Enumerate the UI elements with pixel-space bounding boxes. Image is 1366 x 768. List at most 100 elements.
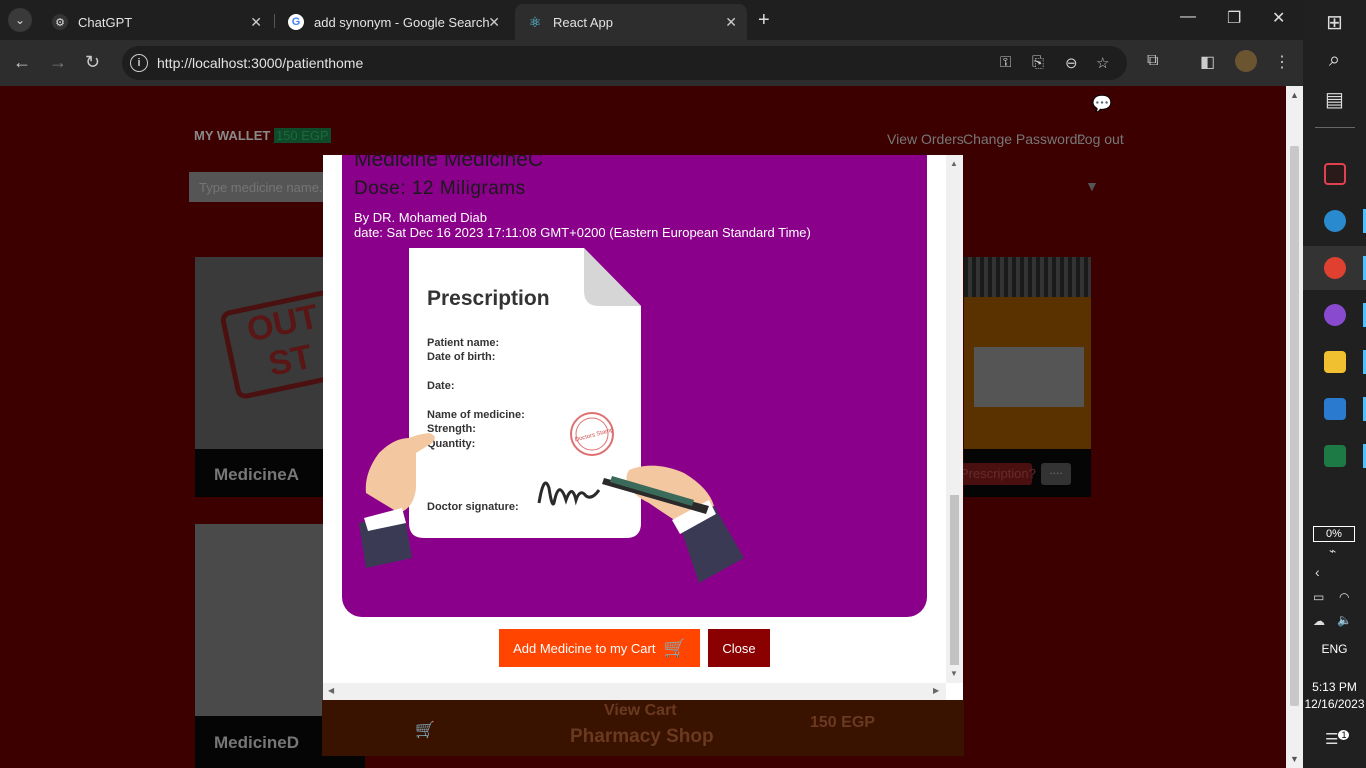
notification-count: 1 <box>1338 730 1350 740</box>
bottle-label <box>974 347 1084 407</box>
chat-icon[interactable]: 💬 <box>1092 94 1112 114</box>
add-to-cart-button[interactable]: Add Medicine to my Cart 🛒 <box>499 629 700 667</box>
paper-field: Doctor signature: <box>427 501 519 513</box>
profile-avatar[interactable] <box>1235 50 1257 72</box>
taskbar-divider <box>1315 127 1355 128</box>
tab-google-search[interactable]: G add synonym - Google Search ✕ <box>276 4 510 40</box>
extensions-icon[interactable]: ⧉ <box>1147 52 1158 70</box>
show-hidden-icons-chevron[interactable]: ‹ <box>1315 564 1320 580</box>
modal-vertical-scrollbar[interactable]: ▲ ▼ <box>946 155 963 683</box>
close-icon[interactable]: ✕ <box>488 14 500 31</box>
new-tab-icon[interactable]: + <box>758 9 770 32</box>
tab-divider <box>274 14 275 28</box>
prescription-illustration: Prescription Patient name: Date of birth… <box>359 248 744 583</box>
excel-app-icon[interactable] <box>1303 434 1366 478</box>
paper-field: Date of birth: <box>427 351 495 363</box>
scrollbar-thumb[interactable] <box>950 495 959 665</box>
modal-dose: Dose: 12 Miligrams <box>354 178 526 199</box>
medicine-modal: Medicine MedicineC Dose: 12 Miligrams By… <box>323 155 963 700</box>
scroll-up-icon[interactable]: ▲ <box>1290 90 1299 100</box>
page-scrollbar[interactable]: ▲ ▼ <box>1286 86 1303 768</box>
chatgpt-icon: ⚙ <box>52 14 68 30</box>
tab-search-icon[interactable]: ⌄ <box>8 8 32 32</box>
medicine-name: MedicineD <box>214 733 300 752</box>
github-app-icon[interactable] <box>1303 293 1366 337</box>
reload-icon[interactable]: ↻ <box>85 52 100 73</box>
language-indicator[interactable]: ENG <box>1303 642 1366 656</box>
more-button[interactable]: .... <box>1041 463 1071 485</box>
medicine-image <box>964 257 1091 449</box>
close-icon[interactable]: ✕ <box>725 14 737 31</box>
paper-field: Patient name: <box>427 337 499 349</box>
wallet-label: MY WALLET <box>194 128 271 143</box>
tab-react-app[interactable]: ⚛ React App ✕ <box>515 4 747 40</box>
valorant-app-icon[interactable] <box>1303 152 1366 196</box>
paper-field: Date: <box>427 380 455 392</box>
scroll-down-icon[interactable]: ▼ <box>950 669 958 678</box>
volume-icon[interactable]: 🔈 <box>1337 613 1352 627</box>
battery-level: 0% <box>1326 528 1342 540</box>
close-modal-button[interactable]: Close <box>708 629 770 667</box>
filter-icon[interactable]: ▼ <box>1085 178 1099 194</box>
browser-tab-bar: ⌄ ⚙ ChatGPT ✕ G add synonym - Google Sea… <box>0 0 1303 40</box>
scroll-down-icon[interactable]: ▼ <box>1290 754 1299 764</box>
address-bar[interactable]: i http://localhost:3000/patienthome ⚿ ⎘ … <box>122 46 1127 80</box>
scroll-right-icon[interactable]: ▶ <box>933 686 939 695</box>
chrome-app-icon[interactable] <box>1303 246 1366 290</box>
restore-icon[interactable]: ❐ <box>1227 8 1241 28</box>
onedrive-cloud-icon[interactable]: ☁ <box>1313 614 1325 628</box>
charging-plug-icon: ⌁ <box>1329 544 1337 558</box>
medicine-card-bottle[interactable] <box>964 257 1091 497</box>
search-icon[interactable]: ⌕ <box>1303 38 1366 82</box>
scrollbar-thumb[interactable] <box>1290 146 1299 706</box>
modal-horizontal-scrollbar[interactable]: ◀ ▶ <box>323 683 946 700</box>
tab-title: React App <box>553 14 613 30</box>
bookmark-star-icon[interactable]: ☆ <box>1096 54 1109 72</box>
modal-content: Medicine MedicineC Dose: 12 Miligrams By… <box>342 155 927 617</box>
wifi-icon[interactable]: ◠ <box>1339 590 1349 604</box>
network-adapter-icon[interactable]: ▭ <box>1313 590 1324 604</box>
back-icon[interactable]: ← <box>13 52 31 73</box>
wallet-value: 150 EGP <box>273 128 331 143</box>
tab-title: add synonym - Google Search <box>314 14 490 30</box>
tab-chatgpt[interactable]: ⚙ ChatGPT ✕ <box>40 4 272 40</box>
zoom-icon[interactable]: ⊖ <box>1065 54 1078 72</box>
vscode-app-icon[interactable] <box>1303 387 1366 431</box>
edge-app-icon[interactable] <box>1303 199 1366 243</box>
add-to-cart-label: Add Medicine to my Cart <box>513 640 656 656</box>
file-explorer-icon[interactable] <box>1303 340 1366 384</box>
paper-field: Name of medicine: <box>427 409 525 421</box>
view-orders-link[interactable]: View Orders <box>887 131 964 147</box>
password-key-icon[interactable]: ⚿ <box>1000 54 1011 71</box>
clock-time[interactable]: 5:13 PM <box>1303 680 1366 694</box>
google-icon: G <box>288 14 304 30</box>
menu-kebab-icon[interactable]: ⋮ <box>1274 52 1290 72</box>
cart-bar[interactable]: 🛒 View Cart Pharmacy Shop 150 EGP <box>322 700 964 756</box>
site-info-icon[interactable]: i <box>130 54 148 72</box>
notifications-icon[interactable]: ☰ 1 <box>1325 730 1350 748</box>
side-panel-icon[interactable]: ◧ <box>1200 52 1215 72</box>
close-icon[interactable]: ✕ <box>250 14 262 31</box>
url-text[interactable]: http://localhost:3000/patienthome <box>157 55 363 71</box>
windows-taskbar: ⊞ ⌕ ▤ 0% ⌁ ‹ ▭ ◠ ☁ 🔈 ENG 5:13 PM 12/16/2… <box>1303 0 1366 768</box>
browser-toolbar: ← → ↻ i http://localhost:3000/patienthom… <box>0 40 1303 86</box>
scroll-up-icon[interactable]: ▲ <box>950 159 958 168</box>
log-out-link[interactable]: Log out <box>1077 131 1124 147</box>
tab-title: ChatGPT <box>78 14 133 30</box>
change-password-link[interactable]: Change Password? <box>963 131 1085 147</box>
view-cart-label[interactable]: View Cart <box>604 702 677 720</box>
forward-icon[interactable]: → <box>49 52 67 73</box>
bottle-image <box>964 257 1091 449</box>
minimize-icon[interactable]: — <box>1180 8 1196 26</box>
cart-total: 150 EGP <box>810 714 875 731</box>
widgets-icon[interactable]: ▤ <box>1303 77 1366 121</box>
scroll-left-icon[interactable]: ◀ <box>328 686 334 695</box>
wallet: MY WALLET 150 EGP <box>194 128 331 143</box>
clock-date[interactable]: 12/16/2023 <box>1303 697 1366 711</box>
paper-field: Strength: <box>427 423 476 435</box>
install-app-icon[interactable]: ⎘ <box>1032 54 1044 71</box>
window-close-icon[interactable]: ✕ <box>1272 8 1285 28</box>
prescription-button[interactable]: Prescription? <box>956 463 1036 485</box>
battery-indicator[interactable]: 0% <box>1313 526 1355 542</box>
medicine-search-input[interactable] <box>189 172 334 202</box>
